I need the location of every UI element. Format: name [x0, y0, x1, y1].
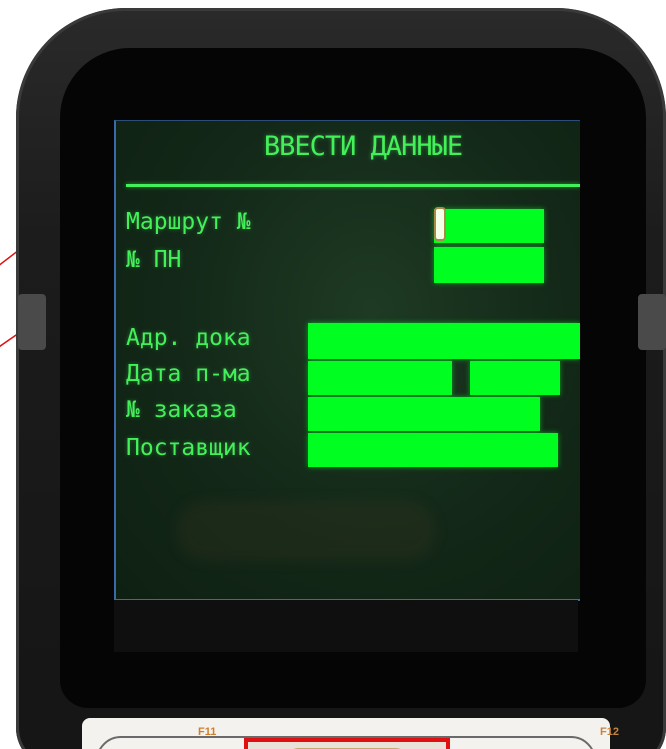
supplier-label: Поставщик	[126, 435, 251, 461]
device-screen: ВВЕСТИ ДАННЫЕ Маршрут № № ПН Адр. дока Д…	[114, 120, 580, 601]
route-number-field[interactable]	[434, 209, 544, 243]
receipt-date-label: Дата п-ма	[126, 361, 251, 387]
pn-number-field[interactable]	[434, 247, 544, 283]
order-number-field[interactable]	[308, 397, 540, 431]
f12-key-label[interactable]: F12	[600, 726, 619, 738]
keypad: F11 F12	[82, 718, 619, 749]
receipt-date-field-day[interactable]	[308, 361, 452, 395]
left-side-button[interactable]	[18, 294, 46, 350]
title-divider	[126, 184, 580, 187]
center-key-highlighted[interactable]	[244, 738, 450, 749]
right-side-button[interactable]	[638, 294, 666, 350]
dock-address-field[interactable]	[308, 323, 580, 359]
screen-reflection	[176, 501, 436, 561]
route-number-label: Маршрут №	[126, 209, 251, 235]
order-number-label: № заказа	[126, 397, 237, 423]
supplier-field[interactable]	[308, 433, 558, 467]
page: ВВЕСТИ ДАННЫЕ Маршрут № № ПН Адр. дока Д…	[0, 0, 666, 749]
receipt-date-field-time[interactable]	[470, 361, 560, 395]
screen-lower-panel	[114, 600, 578, 652]
f11-key-label[interactable]: F11	[198, 726, 216, 738]
screen-title: ВВЕСТИ ДАННЫЕ	[263, 131, 463, 162]
dock-address-label: Адр. дока	[126, 325, 251, 351]
pn-number-label: № ПН	[126, 247, 182, 273]
text-cursor	[434, 207, 446, 241]
